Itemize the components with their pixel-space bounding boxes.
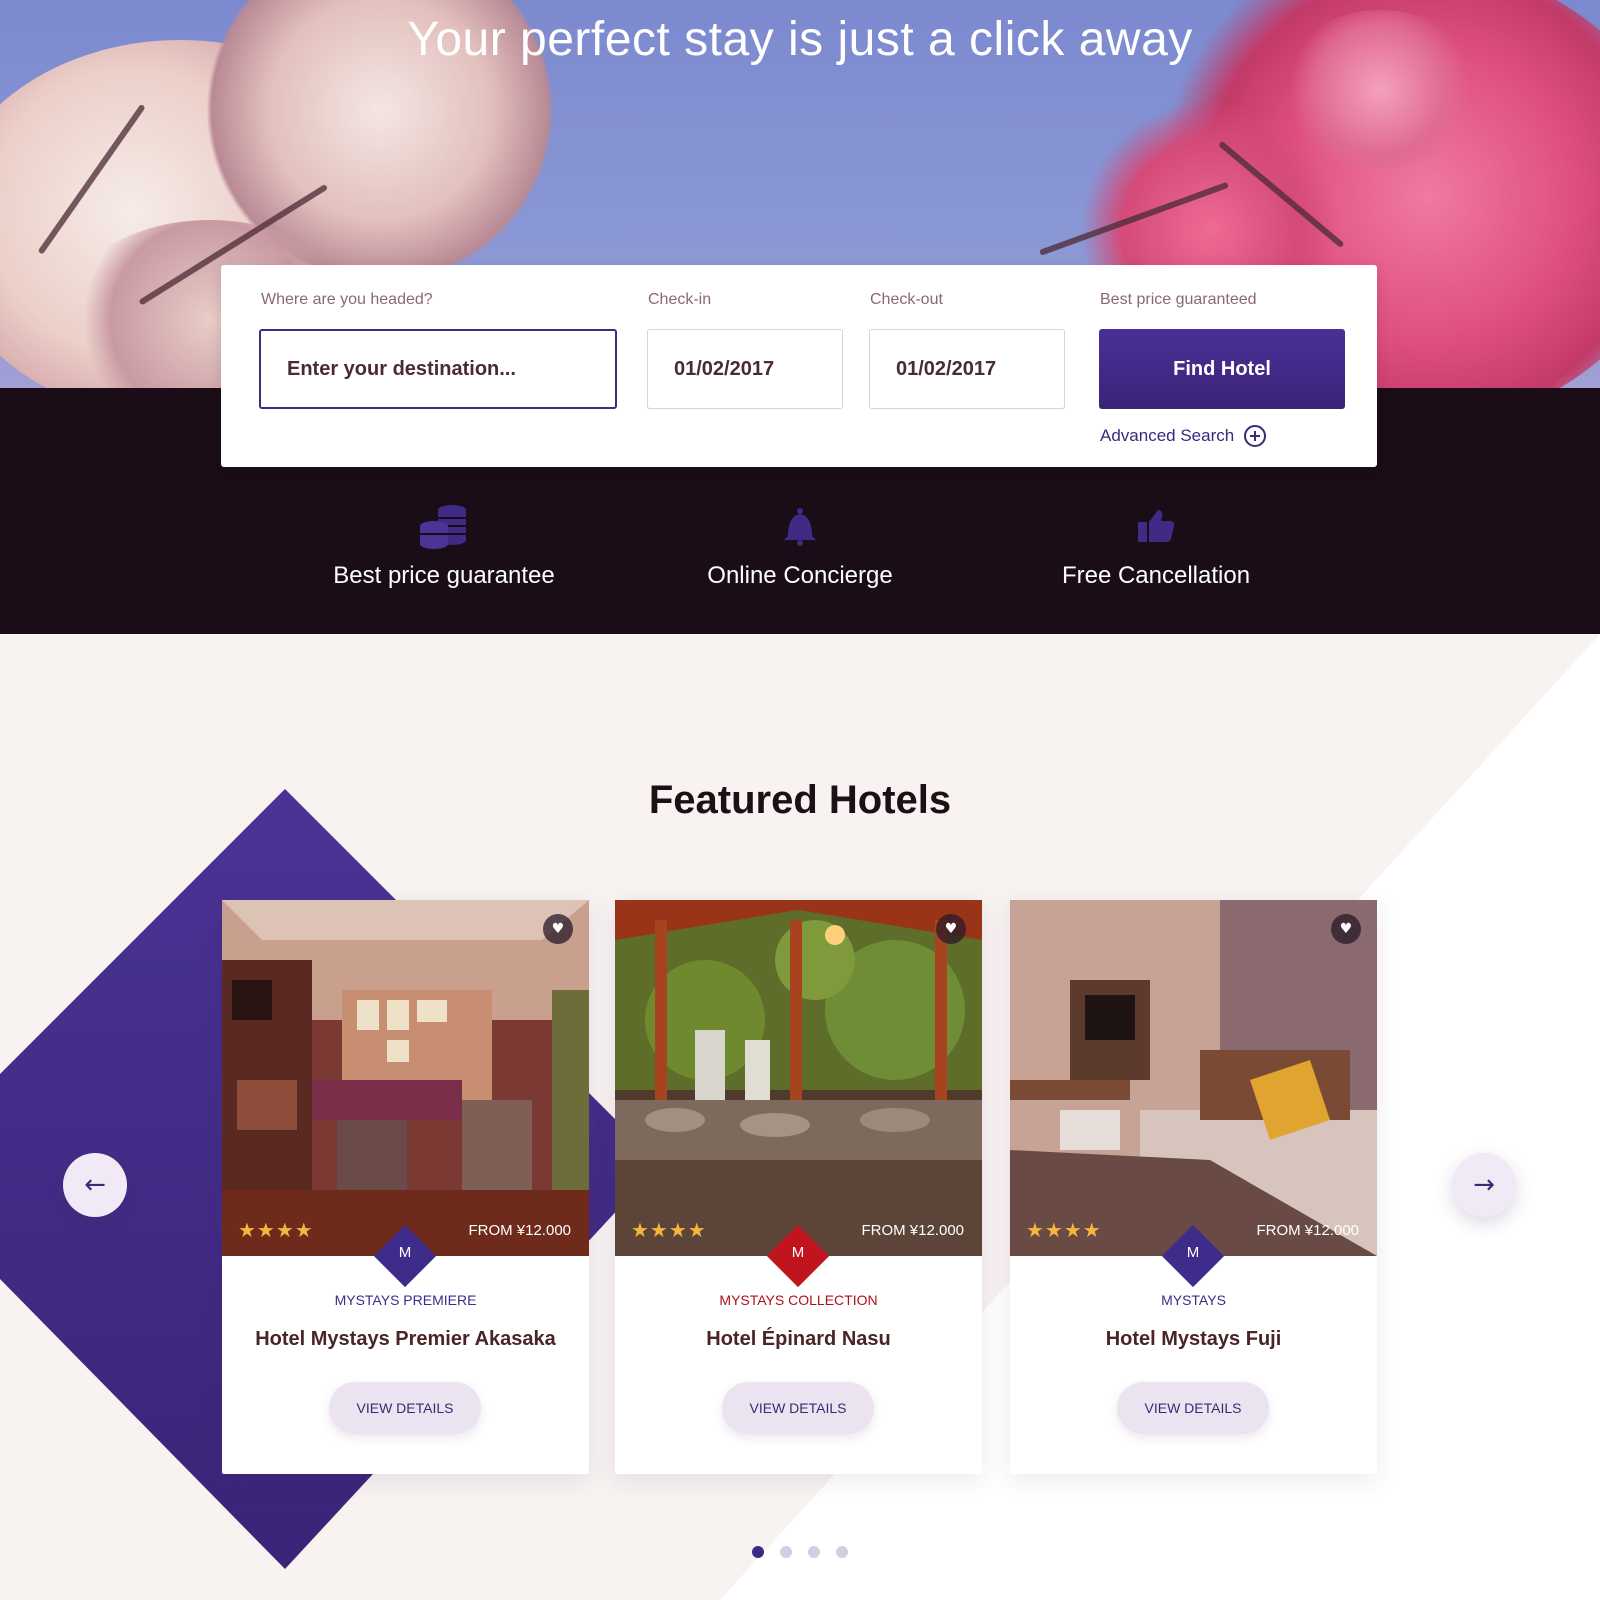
brand-badge-letter: M <box>398 1244 412 1261</box>
carousel-prev-button[interactable]: ← <box>63 1153 127 1217</box>
destination-label: Where are you headed? <box>261 291 433 308</box>
checkin-input[interactable]: 01/02/2017 <box>647 329 843 409</box>
pagination-dot[interactable] <box>752 1546 764 1558</box>
checkout-input[interactable]: 01/02/2017 <box>869 329 1065 409</box>
star-rating: ★★★★ <box>238 1218 314 1242</box>
carousel-pagination <box>0 1546 1600 1558</box>
feature-free-cancellation: Free Cancellation <box>996 498 1316 590</box>
pagination-dot[interactable] <box>808 1546 820 1558</box>
view-details-button[interactable]: VIEW DETAILS <box>329 1382 481 1434</box>
hotel-brand: MYSTAYS PREMIERE <box>334 1292 477 1308</box>
thumbs-up-icon <box>996 498 1316 554</box>
advanced-search-label: Advanced Search <box>1100 426 1235 445</box>
checkout-label: Check-out <box>870 291 943 308</box>
feature-online-concierge: Online Concierge <box>640 498 960 590</box>
feature-label: Best price guarantee <box>333 562 555 589</box>
hotel-card[interactable]: ♥ ★★★★ FROM ¥12.000 M MYSTAYS COLLECTION… <box>615 900 982 1474</box>
hotel-brand: MYSTAYS <box>1161 1292 1226 1308</box>
brand-badge-letter: M <box>791 1244 805 1261</box>
hotel-photo: ♥ ★★★★ FROM ¥12.000 <box>615 900 982 1256</box>
favorite-heart-icon[interactable]: ♥ <box>543 914 573 944</box>
star-rating: ★★★★ <box>631 1218 707 1242</box>
hotel-name: Hotel Mystays Premier Akasaka <box>255 1328 556 1350</box>
coins-icon <box>284 498 604 554</box>
bell-icon <box>640 498 960 554</box>
hotel-name: Hotel Épinard Nasu <box>706 1328 891 1350</box>
feature-label: Free Cancellation <box>1061 562 1251 589</box>
hotel-card[interactable]: ♥ ★★★★ FROM ¥12.000 M MYSTAYS Hotel Myst… <box>1010 900 1377 1474</box>
search-panel: Where are you headed? Enter your destina… <box>221 265 1377 467</box>
price-label: FROM ¥12.000 <box>861 1222 964 1239</box>
pagination-dot[interactable] <box>836 1546 848 1558</box>
pagination-dot[interactable] <box>780 1546 792 1558</box>
favorite-heart-icon[interactable]: ♥ <box>1331 914 1361 944</box>
hotel-photo: ♥ ★★★★ FROM ¥12.000 <box>1010 900 1377 1256</box>
price-guarantee-label: Best price guaranteed <box>1100 291 1257 308</box>
plus-circle-icon <box>1244 425 1267 447</box>
hotel-name: Hotel Mystays Fuji <box>1105 1328 1282 1350</box>
feature-label: Online Concierge <box>707 562 893 589</box>
carousel-next-button[interactable]: → <box>1452 1153 1516 1217</box>
hotel-photo: ♥ ★★★★ FROM ¥12.000 <box>222 900 589 1256</box>
feature-best-price: Best price guarantee <box>284 498 604 590</box>
find-hotel-button[interactable]: Find Hotel <box>1099 329 1345 409</box>
hero-title: Your perfect stay is just a click away <box>407 13 1193 66</box>
brand-badge-letter: M <box>1186 1244 1200 1261</box>
price-label: FROM ¥12.000 <box>468 1222 571 1239</box>
featured-hotels-title: Featured Hotels <box>648 778 952 822</box>
favorite-heart-icon[interactable]: ♥ <box>936 914 966 944</box>
star-rating: ★★★★ <box>1026 1218 1102 1242</box>
view-details-button[interactable]: VIEW DETAILS <box>1117 1382 1269 1434</box>
hotel-card[interactable]: ♥ ★★★★ FROM ¥12.000 M MYSTAYS PREMIERE H… <box>222 900 589 1474</box>
view-details-button[interactable]: VIEW DETAILS <box>722 1382 874 1434</box>
price-label: FROM ¥12.000 <box>1256 1222 1359 1239</box>
checkin-label: Check-in <box>648 291 712 308</box>
destination-input[interactable]: Enter your destination... <box>259 329 617 409</box>
hotel-brand: MYSTAYS COLLECTION <box>719 1292 878 1308</box>
advanced-search-link[interactable]: Advanced Search <box>1100 425 1267 447</box>
